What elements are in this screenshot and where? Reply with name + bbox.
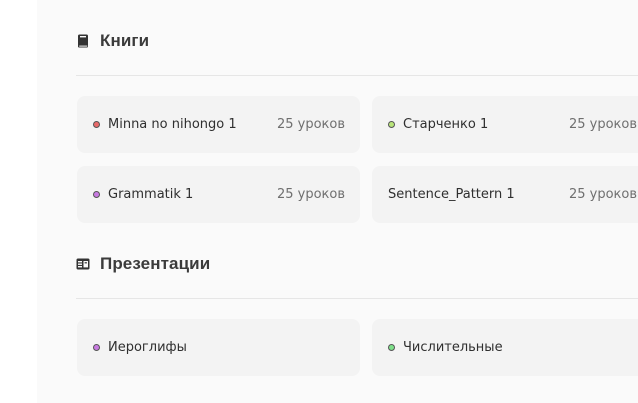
- presentation-icon: [76, 257, 90, 271]
- book-lesson-count: 25 уроков: [568, 117, 637, 132]
- presentation-color-dot: [93, 344, 100, 351]
- book-lesson-count: 25 уроков: [276, 117, 345, 132]
- book-icon: [76, 34, 90, 48]
- book-card-minna[interactable]: Minna no nihongo 1 25 уроков: [77, 96, 360, 153]
- books-section-title: Книги: [100, 31, 150, 50]
- book-title: Grammatik 1: [108, 187, 194, 202]
- presentations-section-header: Презентации: [76, 254, 210, 274]
- presentations-divider: [76, 298, 638, 299]
- book-color-dot: [93, 121, 100, 128]
- book-title: Sentence_Pattern 1: [388, 187, 515, 202]
- presentation-card-numerals[interactable]: Числительные: [372, 319, 638, 376]
- presentation-color-dot: [388, 344, 395, 351]
- book-card-starchenko[interactable]: Старченко 1 25 уроков: [372, 96, 638, 153]
- book-lesson-count: 25 уроков: [276, 187, 345, 202]
- presentation-title: Иероглифы: [108, 340, 187, 355]
- book-card-grammatik[interactable]: Grammatik 1 25 уроков: [77, 166, 360, 223]
- book-lesson-count: 25 уроков: [568, 187, 637, 202]
- book-card-sentence-pattern[interactable]: Sentence_Pattern 1 25 уроков: [372, 166, 638, 223]
- book-title: Старченко 1: [403, 117, 489, 132]
- book-title: Minna no nihongo 1: [108, 117, 237, 132]
- presentation-card-kanji[interactable]: Иероглифы: [77, 319, 360, 376]
- presentation-title: Числительные: [403, 340, 503, 355]
- books-section-header: Книги: [76, 31, 149, 51]
- books-divider: [76, 75, 638, 76]
- presentations-section-title: Презентации: [100, 254, 211, 273]
- book-color-dot: [93, 191, 100, 198]
- book-color-dot: [388, 121, 395, 128]
